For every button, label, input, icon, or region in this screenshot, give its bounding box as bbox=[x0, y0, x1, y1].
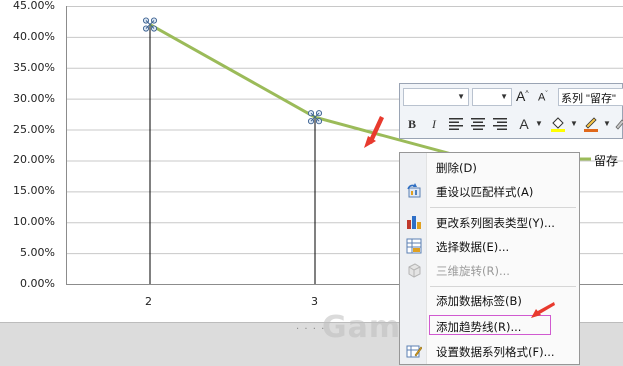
y-tick-label: 45.00% bbox=[13, 0, 55, 12]
align-left-icon[interactable] bbox=[447, 115, 465, 133]
menu-item-label: 重设以匹配样式(A) bbox=[436, 185, 534, 199]
y-tick-label: 35.00% bbox=[13, 60, 55, 74]
3d-rotate-icon bbox=[406, 262, 422, 278]
reset-style-icon bbox=[406, 183, 422, 199]
y-tick-label: 0.00% bbox=[20, 277, 55, 290]
menu-separator bbox=[430, 207, 576, 208]
menu-item-select-data[interactable]: 选择数据(E)... bbox=[400, 235, 579, 257]
y-tick-label: 40.00% bbox=[13, 29, 55, 43]
format-series-icon bbox=[406, 343, 423, 359]
select-data-icon bbox=[406, 238, 422, 254]
menu-item-label: 添加数据标签(B) bbox=[436, 294, 522, 308]
font-size-select[interactable]: ▼ bbox=[472, 88, 512, 106]
annotation-arrow bbox=[364, 116, 384, 148]
mini-toolbar: ▼ ▼ A^ Aˇ 系列 "留存" B I A ▼ ▼ ▼ bbox=[399, 83, 623, 139]
menu-item-label: 三维旋转(R)... bbox=[436, 264, 510, 278]
menu-item-reset-style[interactable]: 重设以匹配样式(A) bbox=[400, 180, 579, 202]
series-selector[interactable]: 系列 "留存" bbox=[558, 88, 623, 106]
resize-grip[interactable]: · · · · bbox=[296, 324, 325, 335]
align-right-icon[interactable] bbox=[491, 115, 509, 133]
menu-item-3d-rotation[interactable]: 三维旋转(R)... bbox=[400, 259, 579, 281]
line-color-icon[interactable] bbox=[582, 115, 600, 138]
menu-item-label: 设置数据系列格式(F)... bbox=[436, 345, 555, 359]
menu-item-change-chart-type[interactable]: 更改系列图表类型(Y)... bbox=[400, 211, 579, 233]
shrink-font-icon[interactable]: Aˇ bbox=[538, 91, 548, 104]
fill-color-dropdown-icon[interactable]: ▼ bbox=[570, 119, 578, 128]
menu-item-label: 更改系列图表类型(Y)... bbox=[436, 216, 555, 230]
y-tick-label: 15.00% bbox=[13, 184, 55, 198]
legend-label: 留存 bbox=[594, 154, 619, 168]
fill-color-icon[interactable] bbox=[549, 115, 567, 138]
series-selector-label: 系列 "留存" bbox=[561, 93, 616, 105]
font-color-button[interactable]: A bbox=[515, 115, 533, 133]
x-tick-label: 2 bbox=[145, 295, 152, 308]
line-color-dropdown-icon[interactable]: ▼ bbox=[603, 119, 611, 128]
x-tick-label: 3 bbox=[311, 295, 318, 308]
y-tick-label: 25.00% bbox=[13, 122, 55, 136]
annotation-arrow bbox=[531, 302, 555, 318]
eraser-icon[interactable] bbox=[614, 117, 623, 136]
menu-item-label: 选择数据(E)... bbox=[436, 240, 510, 254]
font-name-select[interactable]: ▼ bbox=[403, 88, 469, 106]
font-color-dropdown-icon[interactable]: ▼ bbox=[535, 119, 543, 128]
menu-item-format-series[interactable]: 设置数据系列格式(F)... bbox=[400, 340, 579, 362]
menu-separator bbox=[430, 286, 576, 287]
y-tick-label: 5.00% bbox=[20, 246, 55, 260]
menu-item-label: 删除(D) bbox=[436, 161, 477, 175]
y-tick-label: 30.00% bbox=[13, 91, 55, 105]
y-tick-label: 10.00% bbox=[13, 215, 55, 229]
align-center-icon[interactable] bbox=[469, 115, 487, 133]
menu-item-delete[interactable]: 删除(D) bbox=[400, 156, 579, 178]
italic-button[interactable]: I bbox=[425, 115, 443, 133]
bold-button[interactable]: B bbox=[403, 115, 421, 133]
grow-font-icon[interactable]: A^ bbox=[516, 88, 529, 104]
chart-type-icon bbox=[406, 214, 422, 230]
y-tick-label: 20.00% bbox=[13, 153, 55, 167]
